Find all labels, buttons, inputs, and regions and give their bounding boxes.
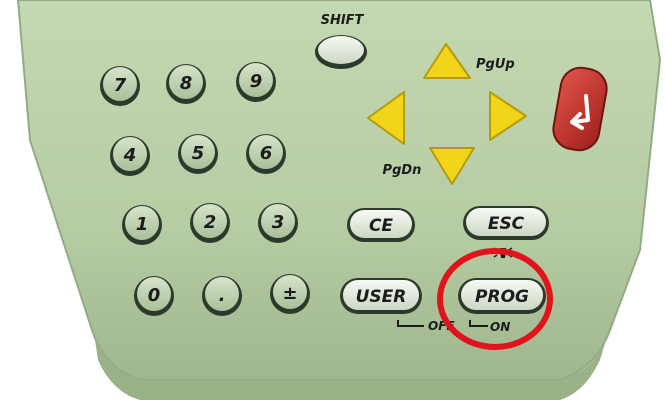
key-8[interactable]: 8 [166, 64, 206, 104]
key-2[interactable]: 2 [190, 203, 230, 243]
key-dot-label: . [219, 285, 226, 306]
key-6[interactable]: 6 [246, 134, 286, 174]
key-4[interactable]: 4 [110, 136, 150, 176]
key-2-label: 2 [204, 212, 217, 233]
key-1-label: 1 [136, 214, 149, 235]
ce-button[interactable]: CE [347, 208, 415, 242]
key-9-label: 9 [250, 71, 263, 92]
keypad-screenshot: SHIFT PgUp PgDn 7 8 9 4 5 6 1 2 3 0 . ± … [0, 0, 666, 412]
key-5-label: 5 [192, 143, 205, 164]
key-7[interactable]: 7 [100, 66, 140, 106]
ce-label: CE [369, 216, 393, 236]
keypad-svg: SHIFT PgUp PgDn 7 8 9 4 5 6 1 2 3 0 . ± … [16, 0, 662, 400]
shift-label: SHIFT [321, 13, 365, 28]
key-5[interactable]: 5 [178, 134, 218, 174]
key-7-label: 7 [114, 75, 127, 96]
key-plus-minus-label: ± [282, 283, 297, 304]
esc-label: ESC [488, 214, 525, 234]
key-6-label: 6 [260, 143, 273, 164]
user-label: USER [356, 287, 407, 307]
key-3-label: 3 [272, 212, 285, 233]
key-dot[interactable]: . [202, 276, 242, 316]
user-button[interactable]: USER [340, 278, 422, 314]
key-plus-minus[interactable]: ± [270, 274, 310, 314]
key-4-label: 4 [123, 145, 137, 166]
prog-label: PROG [475, 287, 529, 307]
pgup-label: PgUp [476, 57, 515, 72]
esc-button[interactable]: ESC [463, 206, 549, 240]
key-0-label: 0 [148, 285, 161, 306]
pgdn-label: PgDn [383, 163, 422, 178]
key-9[interactable]: 9 [236, 62, 276, 102]
shift-button[interactable] [315, 35, 367, 69]
on-label: ON [490, 320, 510, 334]
key-8-label: 8 [180, 73, 193, 94]
prog-button[interactable]: PROG [458, 278, 546, 314]
key-1[interactable]: 1 [122, 205, 162, 245]
key-0[interactable]: 0 [134, 276, 174, 316]
key-3[interactable]: 3 [258, 203, 298, 243]
